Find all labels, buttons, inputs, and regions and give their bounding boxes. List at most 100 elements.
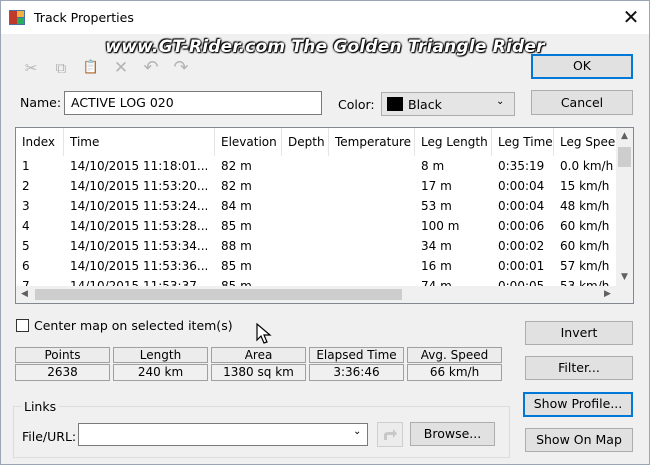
cell-leg-length: 74 m — [421, 279, 452, 286]
scroll-down-icon[interactable]: ▼ — [616, 269, 633, 286]
center-map-checkbox[interactable] — [16, 319, 29, 332]
table-row[interactable]: 6 14/10/2015 11:53:36... 85 m 16 m 0:00:01 57… — [16, 256, 616, 276]
invert-button[interactable]: Invert — [525, 321, 633, 345]
table-row[interactable]: 4 14/10/2015 11:53:28... 85 m 100 m 0:00:06 6… — [16, 216, 616, 236]
cell-time: 14/10/2015 11:53:20... — [70, 179, 209, 193]
app-icon — [9, 10, 25, 25]
cell-leg-time: 0:00:04 — [498, 199, 545, 213]
cell-leg-speed: 15 km/h — [560, 179, 610, 193]
stat-header: Length — [113, 347, 208, 363]
column-depth[interactable]: Depth — [282, 128, 329, 156]
stat-header: Points — [15, 347, 110, 363]
cell-depth — [282, 256, 329, 276]
cell-elevation: 84 m — [221, 199, 252, 213]
chevron-down-icon: ⌄ — [496, 96, 505, 107]
paste-icon[interactable]: 📋 — [79, 56, 103, 80]
cell-leg-time: 0:00:05 — [498, 279, 545, 286]
column-leg-time[interactable]: Leg Time — [492, 128, 554, 156]
cell-leg-time: 0:00:02 — [498, 239, 545, 253]
cell-temperature — [329, 216, 415, 236]
table-body: 1 14/10/2015 11:18:01... 82 m 8 m 0:35:19 0.0… — [16, 156, 616, 286]
cell-elevation: 88 m — [221, 239, 252, 253]
undo-icon[interactable]: ↶ — [139, 56, 163, 80]
cell-time: 14/10/2015 11:53:36... — [70, 259, 209, 273]
vertical-scroll-thumb[interactable] — [618, 147, 631, 167]
cell-time: 14/10/2015 11:53:37... — [70, 279, 209, 286]
scroll-up-icon[interactable]: ▲ — [616, 128, 633, 145]
track-properties-dialog: Track Properties ✕ www.GT-Rider.com The … — [0, 0, 650, 465]
stat-header: Avg. Speed — [407, 347, 502, 363]
cell-elevation: 85 m — [221, 219, 252, 233]
cell-leg-length: 100 m — [421, 219, 460, 233]
table-row[interactable]: 1 14/10/2015 11:18:01... 82 m 8 m 0:35:19 0.0… — [16, 156, 616, 176]
cell-index: 2 — [22, 179, 30, 193]
color-label: Color: — [338, 97, 375, 112]
column-time[interactable]: Time — [64, 128, 215, 156]
cell-leg-length: 34 m — [421, 239, 452, 253]
cell-leg-time: 0:00:01 — [498, 259, 545, 273]
center-map-label[interactable]: Center map on selected item(s) — [34, 318, 233, 333]
close-button[interactable]: ✕ — [617, 4, 645, 30]
cell-time: 14/10/2015 11:53:24... — [70, 199, 209, 213]
cell-leg-time: 0:00:06 — [498, 219, 545, 233]
cell-leg-speed: 0.0 km/h — [560, 159, 614, 173]
open-link-button[interactable] — [377, 422, 403, 447]
cell-elevation: 82 m — [221, 179, 252, 193]
cell-depth — [282, 196, 329, 216]
go-arrow-icon — [384, 429, 397, 440]
cell-temperature — [329, 176, 415, 196]
table-row[interactable]: 2 14/10/2015 11:53:20... 82 m 17 m 0:00:04 15… — [16, 176, 616, 196]
stat-elapsed-time: Elapsed Time 3:36:46 — [309, 347, 404, 381]
ok-button[interactable]: OK — [531, 54, 633, 79]
show-on-map-button[interactable]: Show On Map — [525, 428, 633, 452]
color-value: Black — [408, 97, 442, 112]
cell-leg-time: 0:35:19 — [498, 159, 545, 173]
table-row[interactable]: 5 14/10/2015 11:53:34... 88 m 34 m 0:00:02 60… — [16, 236, 616, 256]
column-leg-speed[interactable]: Leg Speed — [554, 128, 616, 156]
stat-value: 3:36:46 — [309, 364, 404, 381]
cell-depth — [282, 236, 329, 256]
scroll-right-icon[interactable]: ▶ — [599, 286, 616, 303]
column-temperature[interactable]: Temperature — [329, 128, 415, 156]
delete-icon[interactable]: ✕ — [109, 56, 133, 80]
cell-index: 5 — [22, 239, 30, 253]
cell-leg-speed: 57 km/h — [560, 259, 610, 273]
show-profile-button[interactable]: Show Profile... — [523, 392, 633, 417]
cancel-button[interactable]: Cancel — [531, 90, 633, 115]
filter-button[interactable]: Filter... — [525, 356, 633, 380]
table-row[interactable]: 7 14/10/2015 11:53:37... 85 m 74 m 0:00:05 53… — [16, 276, 616, 286]
cell-leg-length: 53 m — [421, 199, 452, 213]
cell-depth — [282, 176, 329, 196]
cell-leg-speed: 60 km/h — [560, 219, 610, 233]
cell-leg-length: 17 m — [421, 179, 452, 193]
vertical-scrollbar[interactable]: ▲ ▼ — [616, 128, 633, 286]
scissors-icon[interactable]: ✂ — [19, 56, 43, 80]
scroll-left-icon[interactable]: ◀ — [16, 286, 33, 303]
horizontal-scrollbar[interactable]: ◀ ▶ — [16, 286, 616, 303]
track-points-table[interactable]: Index Time Elevation Depth Temperature L… — [15, 127, 634, 304]
column-elevation[interactable]: Elevation — [215, 128, 282, 156]
window-title: Track Properties — [34, 10, 134, 25]
file-url-combo[interactable]: ⌄ — [78, 423, 368, 446]
stat-points: Points 2638 — [15, 347, 110, 381]
redo-icon[interactable]: ↷ — [169, 56, 193, 80]
cell-temperature — [329, 236, 415, 256]
copy-icon[interactable]: ⧉ — [49, 56, 73, 80]
cell-time: 14/10/2015 11:53:28... — [70, 219, 209, 233]
stat-avg-speed: Avg. Speed 66 km/h — [407, 347, 502, 381]
cell-index: 4 — [22, 219, 30, 233]
mouse-cursor-icon — [256, 323, 272, 344]
stat-value: 66 km/h — [407, 364, 502, 381]
name-input[interactable]: ACTIVE LOG 020 — [64, 91, 322, 115]
color-select[interactable]: Black ⌄ — [381, 92, 515, 116]
cell-time: 14/10/2015 11:53:34... — [70, 239, 209, 253]
cell-index: 6 — [22, 259, 30, 273]
browse-button[interactable]: Browse... — [410, 422, 495, 446]
cell-leg-speed: 53 km/h — [560, 279, 610, 286]
links-group-title: Links — [21, 399, 60, 414]
table-row[interactable]: 3 14/10/2015 11:53:24... 84 m 53 m 0:00:04 48… — [16, 196, 616, 216]
stat-header: Elapsed Time — [309, 347, 404, 363]
column-index[interactable]: Index — [16, 128, 64, 156]
column-leg-length[interactable]: Leg Length — [415, 128, 492, 156]
horizontal-scroll-thumb[interactable] — [35, 289, 402, 300]
